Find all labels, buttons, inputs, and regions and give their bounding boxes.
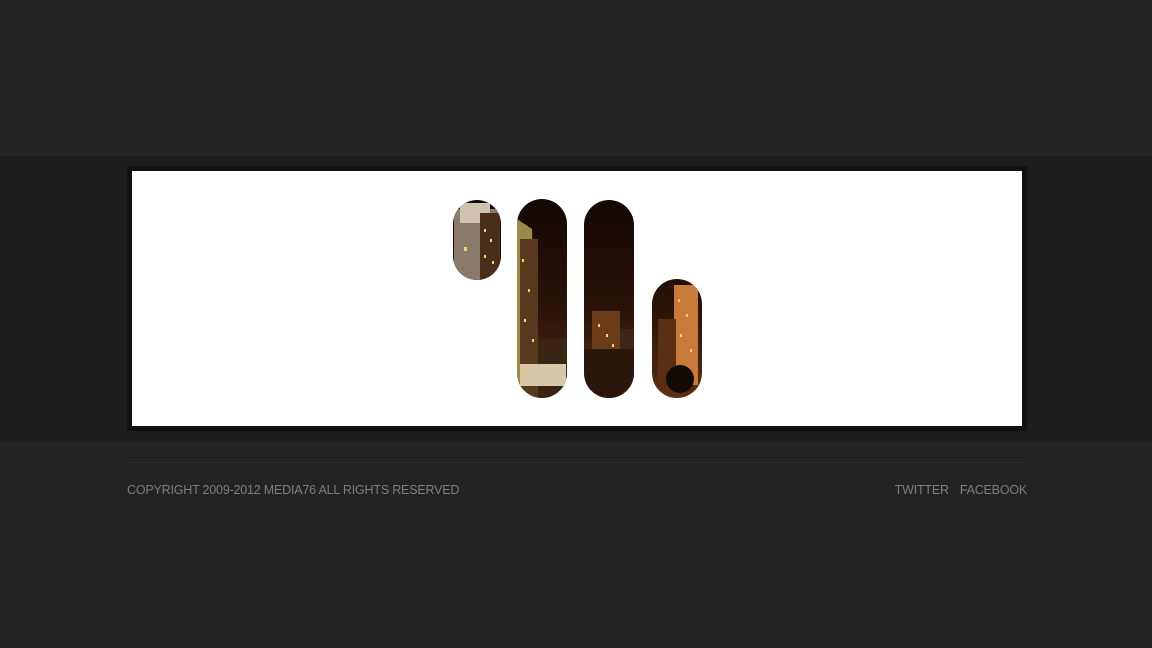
copyright-text: COPYRIGHT 2009-2012 MEDIA76 ALL RIGHTS R… bbox=[127, 483, 460, 497]
page-header-area bbox=[0, 0, 1152, 156]
twitter-link[interactable]: TWITTER bbox=[895, 483, 949, 497]
media76-logo[interactable] bbox=[452, 199, 704, 399]
social-links: TWITTER FACEBOOK bbox=[895, 483, 1028, 497]
facebook-link[interactable]: FACEBOOK bbox=[960, 483, 1027, 497]
footer-divider bbox=[127, 462, 1027, 463]
